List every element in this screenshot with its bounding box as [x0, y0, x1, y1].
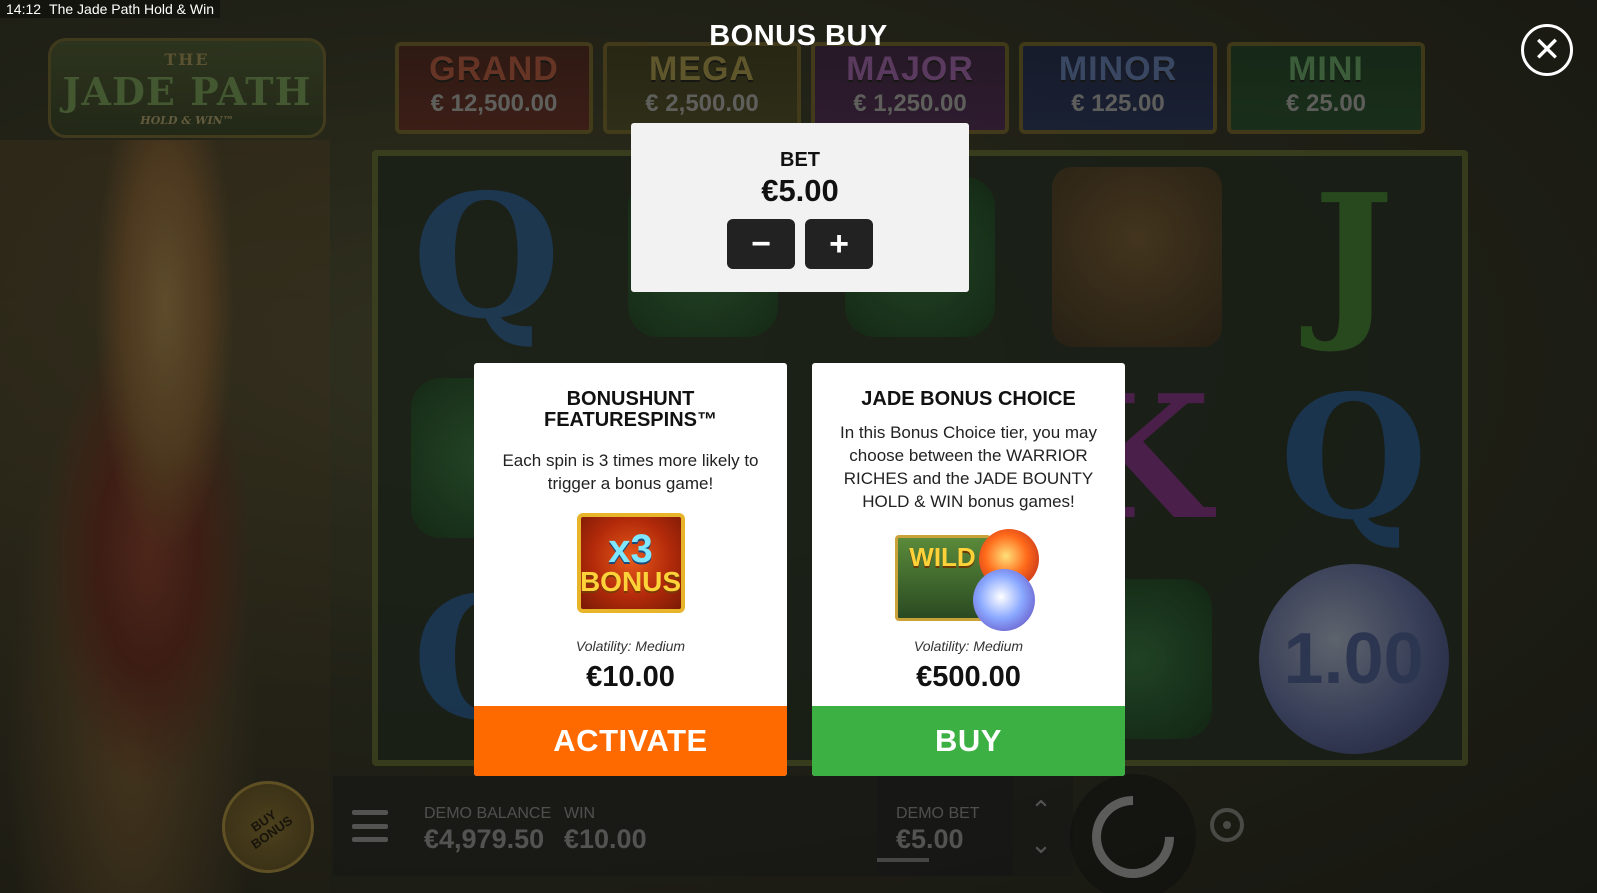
bonus-card-jade-choice: JADE BONUS CHOICE In this Bonus Choice t… [812, 363, 1125, 776]
lightning-orb-icon [972, 569, 1035, 631]
window-title: The Jade Path Hold & Win [49, 1, 215, 17]
art-bonus-word: BONUS [579, 566, 682, 597]
window-titlebar: 14:12 The Jade Path Hold & Win [0, 0, 221, 18]
wild-orbs-icon: WILD [894, 529, 1043, 631]
bet-increase-button[interactable]: + [805, 219, 873, 269]
close-button[interactable]: ✕ [1521, 24, 1573, 76]
x3-bonus-icon: x3 BONUS [576, 513, 685, 613]
card-volatility: Volatility: Medium [913, 638, 1024, 654]
jade-choice-art: WILD [894, 529, 1043, 631]
bet-buttons: − + [727, 219, 873, 269]
card-title: JADE BONUS CHOICE [861, 388, 1076, 410]
art-multiplier: x3 [608, 527, 653, 571]
bet-decrease-button[interactable]: − [727, 219, 795, 269]
clock: 14:12 [6, 1, 42, 17]
bet-value: €5.00 [761, 173, 839, 208]
art-wild-word: WILD [909, 542, 976, 572]
close-icon: ✕ [1532, 31, 1562, 69]
card-volatility: Volatility: Medium [575, 638, 686, 654]
card-price: €500.00 [916, 661, 1021, 693]
card-description: In this Bonus Choice tier, you may choos… [839, 423, 1098, 511]
card-title: BONUSHUNT FEATURESPINS™ [544, 388, 717, 431]
bet-panel: BET €5.00 − + [631, 123, 969, 292]
bet-label: BET [780, 149, 820, 171]
modal-title: BONUS BUY [709, 20, 888, 52]
buy-button[interactable]: BUY [812, 706, 1125, 776]
card-price: €10.00 [586, 661, 675, 693]
x3-bonus-art: x3 BONUS [576, 513, 685, 613]
bonus-card-bonushunt: BONUSHUNT FEATURESPINS™ Each spin is 3 t… [474, 363, 787, 776]
card-description: Each spin is 3 times more likely to trig… [502, 451, 759, 493]
activate-button[interactable]: ACTIVATE [474, 706, 787, 776]
